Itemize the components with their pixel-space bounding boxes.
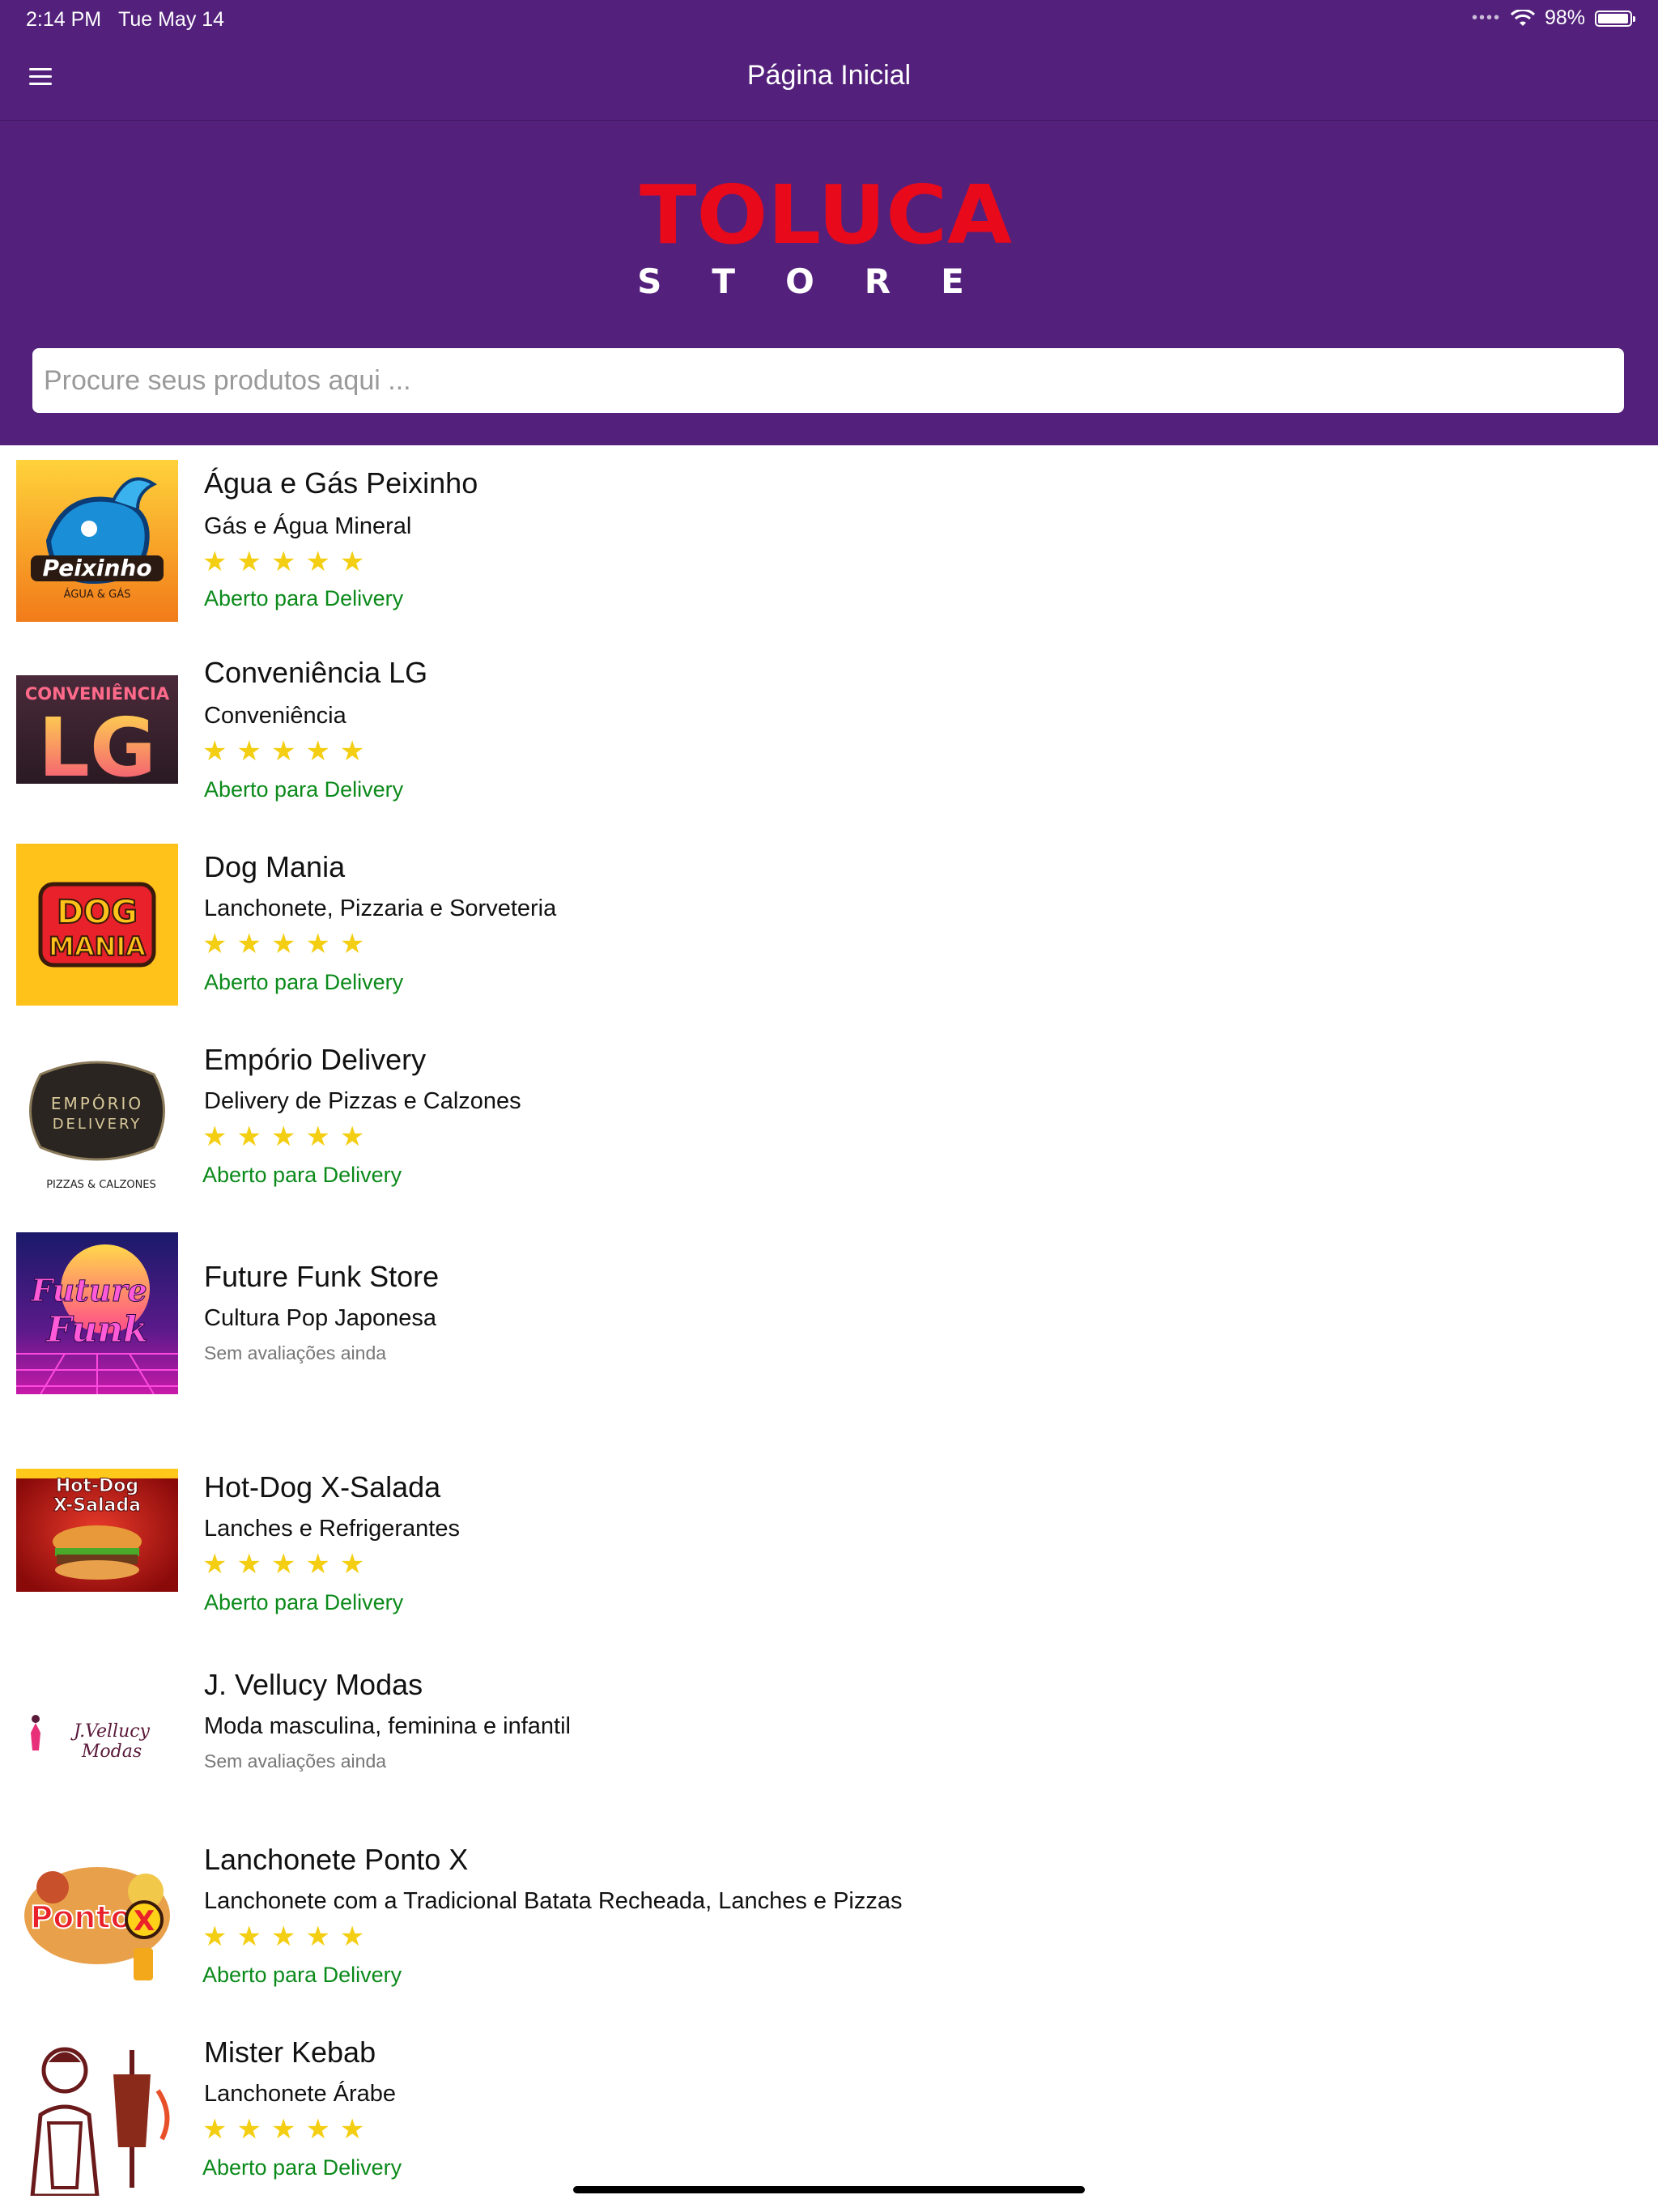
store-logo-conveniencia-lg: CONVENIÊNCIA LG: [16, 675, 178, 784]
delivery-status: Aberto para Delivery: [204, 777, 404, 802]
delivery-status: Aberto para Delivery: [204, 586, 404, 610]
rating-stars: ★★★★★: [202, 2114, 375, 2145]
store-category: Conveniência: [204, 703, 346, 729]
rating-stars: ★★★★★: [202, 929, 375, 959]
delivery-status: Aberto para Delivery: [202, 2155, 402, 2180]
logo-subtitle-text: STORE: [637, 262, 1014, 300]
store-name: Água e Gás Peixinho: [204, 466, 478, 500]
store-name: Empório Delivery: [204, 1043, 427, 1076]
svg-text:J.Vellucy: J.Vellucy: [70, 1721, 151, 1742]
store-logo-hot-dog-x-salada: Hot-Dog X-Salada: [16, 1469, 178, 1592]
store-item-conveniencia-lg[interactable]: CONVENIÊNCIA LG Conveniência LG Conveniê…: [0, 648, 1658, 826]
store-name: Future Funk Store: [204, 1260, 440, 1293]
store-item-lanchonete-ponto-x[interactable]: Ponto X Lanchonete Ponto X Lanchonete co…: [0, 1835, 1658, 2013]
store-logo-dog-mania: DOG MANIA: [16, 844, 178, 1006]
rating-stars: ★★★★★: [202, 736, 375, 767]
store-item-j-vellucy-modas[interactable]: J.Vellucy Modas J. Vellucy Modas Moda ma…: [0, 1660, 1658, 1838]
svg-text:Future: Future: [30, 1272, 147, 1308]
store-logo-mister-kebab: [16, 2034, 178, 2196]
rating-stars: ★★★★★: [202, 1921, 375, 1952]
store-item-mister-kebab[interactable]: Mister Kebab Lanchonete Árabe ★★★★★ Aber…: [0, 2029, 1658, 2207]
store-name: Dog Mania: [204, 850, 346, 883]
store-item-emporio-delivery[interactable]: EMPÓRIO DELIVERY PIZZAS & CALZONES Empór…: [0, 1036, 1658, 1214]
svg-text:X: X: [134, 1905, 155, 1938]
battery-icon: [1595, 10, 1635, 27]
store-category: Lanchonete com a Tradicional Batata Rech…: [204, 1888, 903, 1914]
store-name: Lanchonete Ponto X: [204, 1843, 469, 1876]
no-ratings-label: Sem avaliações ainda: [204, 1342, 387, 1363]
store-category: Lanchonete Árabe: [204, 2081, 397, 2107]
store-name: J. Vellucy Modas: [204, 1668, 423, 1701]
status-bar: 2:14 PM Tue May 14 •••• 98%: [0, 0, 1658, 39]
no-ratings-label: Sem avaliações ainda: [204, 1750, 387, 1772]
store-logo-emporio-delivery: EMPÓRIO DELIVERY PIZZAS & CALZONES: [16, 1038, 178, 1200]
store-logo-j-vellucy-modas: J.Vellucy Modas: [16, 1692, 178, 1773]
status-date: Tue May 14: [118, 8, 225, 31]
store-name: Mister Kebab: [204, 2035, 376, 2069]
svg-text:ÁGUA & GÁS: ÁGUA & GÁS: [64, 588, 131, 601]
rating-stars: ★★★★★: [202, 1121, 375, 1152]
page-title: Página Inicial: [746, 60, 912, 91]
status-time: 2:14 PM: [26, 8, 102, 31]
logo-title-text: TOLUCA: [640, 168, 1012, 262]
svg-text:X-Salada: X-Salada: [53, 1495, 141, 1516]
store-logo-future-funk: Future Funk: [16, 1232, 178, 1394]
svg-text:Funk: Funk: [45, 1309, 148, 1351]
rating-stars: ★★★★★: [202, 547, 375, 577]
battery-fill: [1598, 13, 1629, 23]
store-item-agua-e-gas-peixinho[interactable]: Peixinho ÁGUA & GÁS Água e Gás Peixinho …: [0, 453, 1658, 632]
delivery-status: Aberto para Delivery: [204, 970, 404, 994]
svg-text:Hot-Dog: Hot-Dog: [56, 1476, 138, 1496]
store-item-future-funk-store[interactable]: Future Funk Future Funk Store Cultura Po…: [0, 1231, 1658, 1409]
store-category: Gás e Água Mineral: [204, 513, 412, 539]
store-category: Delivery de Pizzas e Calzones: [204, 1088, 521, 1114]
status-right: •••• 98%: [1471, 6, 1635, 30]
search-input[interactable]: [32, 348, 1624, 413]
svg-text:MANIA: MANIA: [49, 931, 146, 962]
cellular-icon: ••••: [1471, 9, 1501, 27]
svg-text:DOG: DOG: [57, 894, 138, 931]
svg-text:LG: LG: [38, 700, 156, 784]
store-category: Lanchonete, Pizzaria e Sorveteria: [204, 895, 557, 921]
wifi-icon: [1510, 9, 1535, 26]
svg-text:Ponto: Ponto: [30, 1899, 131, 1935]
delivery-status: Aberto para Delivery: [204, 1590, 404, 1614]
store-category: Moda masculina, feminina e infantil: [204, 1713, 571, 1739]
delivery-status: Aberto para Delivery: [202, 1963, 402, 1987]
svg-text:DELIVERY: DELIVERY: [53, 1116, 142, 1133]
rating-stars: ★★★★★: [202, 1549, 375, 1580]
svg-text:Modas: Modas: [81, 1742, 142, 1762]
store-item-hot-dog-x-salada[interactable]: Hot-Dog X-Salada Hot-Dog X-Salada Lanche…: [0, 1449, 1658, 1627]
delivery-status: Aberto para Delivery: [202, 1163, 402, 1187]
store-logo-peixinho: Peixinho ÁGUA & GÁS: [16, 460, 178, 622]
toluca-store-logo: TOLUCA STORE: [637, 168, 1014, 300]
store-category: Lanches e Refrigerantes: [204, 1516, 460, 1542]
svg-text:PIZZAS & CALZONES: PIZZAS & CALZONES: [46, 1179, 156, 1191]
logo-text: Peixinho: [42, 555, 151, 581]
store-category: Cultura Pop Japonesa: [204, 1305, 436, 1331]
store-logo-ponto-x: Ponto X: [16, 1835, 178, 1997]
store-item-dog-mania[interactable]: DOG MANIA Dog Mania Lanchonete, Pizzaria…: [0, 842, 1658, 1020]
svg-text:EMPÓRIO: EMPÓRIO: [51, 1094, 143, 1113]
home-indicator[interactable]: [573, 2186, 1085, 2193]
store-name: Conveniência LG: [204, 656, 428, 689]
store-name: Hot-Dog X-Salada: [204, 1470, 441, 1504]
nav-bar: Página Inicial: [0, 39, 1658, 121]
battery-percent: 98%: [1544, 6, 1585, 29]
header: 2:14 PM Tue May 14 •••• 98% Página Inici…: [0, 0, 1658, 445]
